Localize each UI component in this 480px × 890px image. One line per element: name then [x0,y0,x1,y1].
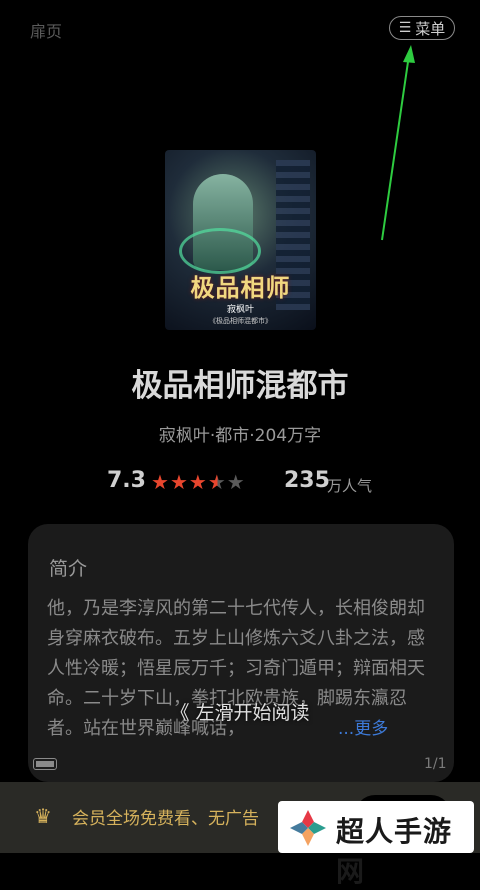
intro-heading: 简介 [49,558,88,580]
book-meta: 寂枫叶·都市·204万字 [158,426,322,446]
star-icon-2: ★ [169,470,189,494]
star-icon-1: ★ [151,470,170,494]
page-indicator: 1/1 [424,756,447,772]
book-title: 极品相师混都市 [131,368,349,404]
swipe-to-read-hint: 《 左滑开始阅读 [170,702,310,724]
cover-author-text: 寂枫叶 [226,305,254,315]
crown-icon: ♛ [34,804,52,828]
cover-subtitle-text: 《极品相师混都市》 [209,317,272,325]
site-watermark: 超人手游网 [278,801,474,888]
cover-title-text: 极品相师 [190,273,291,302]
star-icon-3: ★ [188,470,208,494]
star-icon-4: ★ [207,470,227,494]
intro-card[interactable]: 简介 他，乃是李淳风的第二十七代传人，长相俊朗却身穿麻衣破布。五岁上山修炼六爻八… [28,524,454,782]
watermark-logo-icon [290,810,326,846]
star-icon-5: ★ [226,470,246,494]
rating-row: 7.3 ★★★★★ 235 万人气 [107,468,407,498]
watermark-text: 超人手游网 [336,815,453,888]
vip-banner-text: 会员全场免费看、无广告 [72,809,259,829]
book-cover-image[interactable]: 极品相师 寂枫叶 《极品相师混都市》 [165,150,316,330]
popularity-value: 235 [284,468,330,493]
rating-score: 7.3 [107,468,146,493]
battery-icon [33,758,57,770]
rating-stars: ★★★★★ [151,470,246,494]
popularity-unit: 万人气 [327,477,373,495]
